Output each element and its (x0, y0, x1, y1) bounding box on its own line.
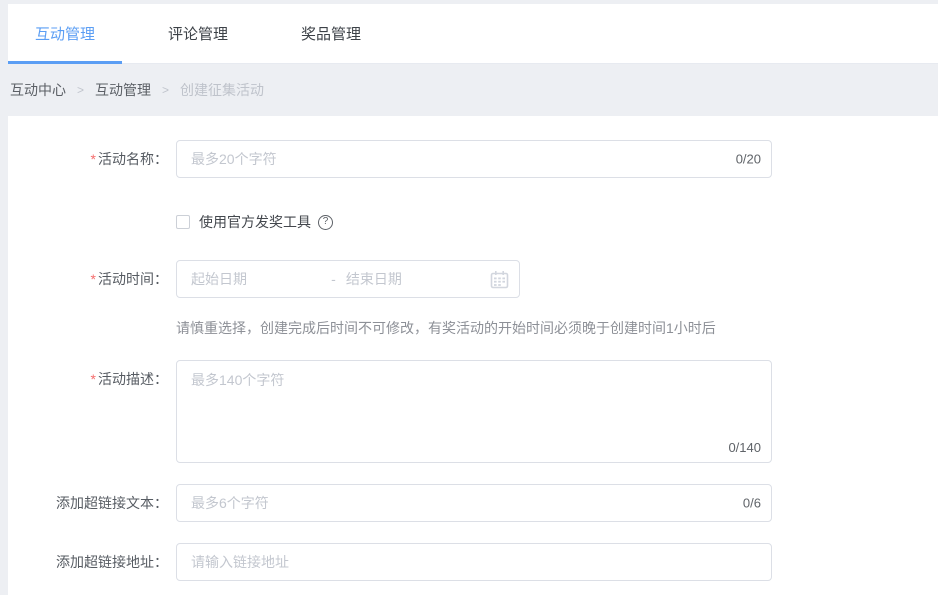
form-card: *活动名称： 0/20 使用官方发奖工具 ? *活动时间： (8, 116, 938, 595)
official-tool-label[interactable]: 使用官方发奖工具 (199, 212, 311, 232)
breadcrumb-create-collection-activity: 创建征集活动 (180, 80, 264, 100)
breadcrumb-interaction-center[interactable]: 互动中心 (10, 80, 66, 100)
tab-label: 评论管理 (168, 23, 228, 44)
activity-name-label: *活动名称： (8, 140, 176, 178)
tab-label: 奖品管理 (301, 23, 361, 44)
official-tool-row: 使用官方发奖工具 ? (176, 214, 938, 230)
required-asterisk: * (91, 371, 96, 387)
activity-name-input-wrap: 0/20 (176, 140, 772, 178)
tab-comment-management[interactable]: 评论管理 (141, 4, 255, 63)
activity-description-counter: 0/140 (728, 440, 761, 455)
end-date-input[interactable] (346, 271, 484, 287)
hyperlink-url-row: 添加超链接地址： (8, 543, 938, 581)
activity-time-hint: 请慎重选择，创建完成后时间不可修改，有奖活动的开始时间必须晚于创建时间1小时后 (176, 318, 938, 338)
activity-name-counter: 0/20 (736, 152, 761, 167)
page: 互动管理 评论管理 奖品管理 互动中心 > 互动管理 > 创建征集活动 *活动名… (0, 0, 938, 595)
tab-label: 互动管理 (35, 23, 95, 44)
start-date-input[interactable] (191, 271, 329, 287)
activity-description-textarea[interactable] (177, 361, 771, 462)
hyperlink-text-row: 添加超链接文本： 0/6 (8, 484, 938, 522)
activity-description-row: *活动描述： 0/140 (8, 360, 938, 463)
required-asterisk: * (91, 151, 96, 167)
help-question-icon[interactable]: ? (318, 215, 333, 230)
calendar-icon[interactable] (490, 270, 509, 289)
tab-bar: 互动管理 评论管理 奖品管理 (8, 4, 938, 64)
chevron-right-icon: > (77, 83, 84, 97)
hyperlink-text-input-wrap: 0/6 (176, 484, 772, 522)
activity-name-input[interactable] (177, 141, 771, 177)
date-range-separator: - (331, 271, 336, 287)
hyperlink-text-input[interactable] (177, 485, 771, 521)
hyperlink-text-label: 添加超链接文本： (8, 484, 176, 522)
chevron-right-icon: > (162, 83, 169, 97)
breadcrumb: 互动中心 > 互动管理 > 创建征集活动 (10, 64, 264, 116)
create-activity-form: *活动名称： 0/20 使用官方发奖工具 ? *活动时间： (8, 116, 938, 581)
hyperlink-url-label: 添加超链接地址： (8, 543, 176, 581)
official-tool-checkbox[interactable] (176, 215, 190, 229)
hyperlink-text-counter: 0/6 (743, 496, 761, 511)
activity-time-label: *活动时间： (8, 260, 176, 298)
hyperlink-url-input[interactable] (177, 544, 771, 580)
required-asterisk: * (91, 271, 96, 287)
activity-description-textarea-wrap: 0/140 (176, 360, 772, 463)
activity-description-label: *活动描述： (8, 360, 176, 463)
activity-time-range-picker[interactable]: - (176, 260, 520, 298)
hyperlink-url-input-wrap (176, 543, 772, 581)
activity-time-row: *活动时间： - (8, 260, 938, 298)
tab-interaction-management[interactable]: 互动管理 (8, 4, 122, 63)
activity-name-row: *活动名称： 0/20 (8, 140, 938, 178)
breadcrumb-interaction-management[interactable]: 互动管理 (95, 80, 151, 100)
tab-prize-management[interactable]: 奖品管理 (274, 4, 388, 63)
